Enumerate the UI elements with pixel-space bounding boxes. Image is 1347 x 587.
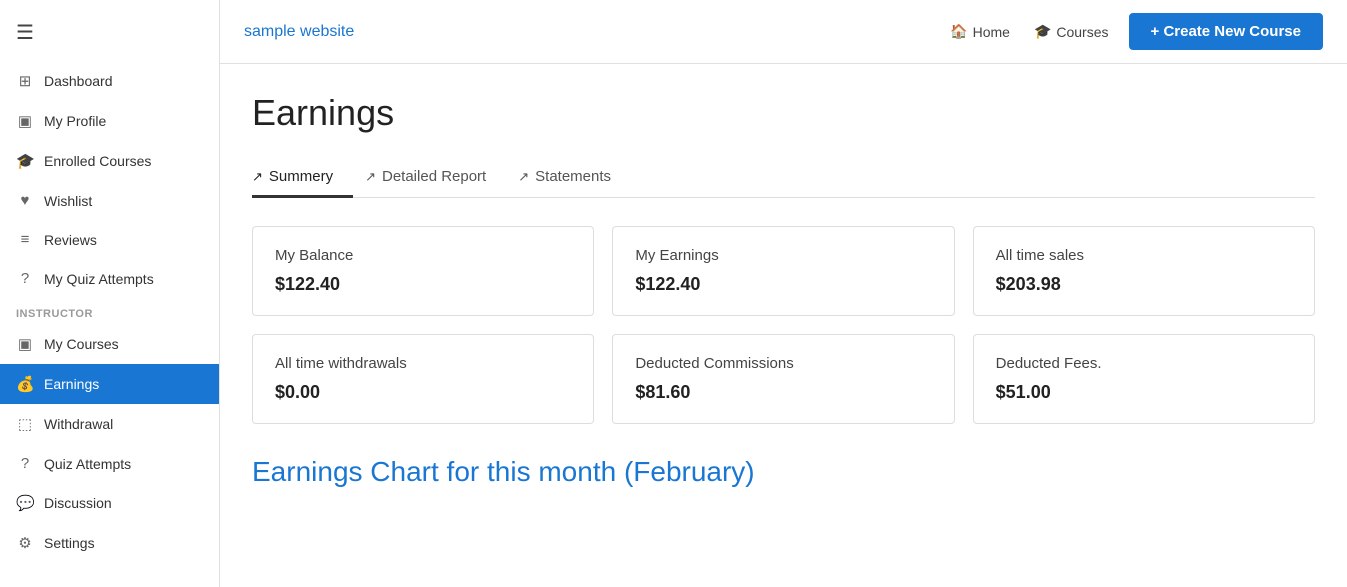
reviews-icon: ≡ xyxy=(16,231,34,248)
hamburger-icon[interactable]: ☰ xyxy=(0,10,219,61)
card-label: All time withdrawals xyxy=(275,355,571,372)
earnings-tabs: ↗ Summery ↗ Detailed Report ↗ Statements xyxy=(252,158,1315,198)
tab-detailed-icon: ↗ xyxy=(365,169,376,185)
sidebar-item-label: Quiz Attempts xyxy=(44,456,131,472)
card-value: $51.00 xyxy=(996,382,1292,403)
earnings-cards: My Balance $122.40 My Earnings $122.40 A… xyxy=(252,226,1315,424)
sidebar-item-label: My Courses xyxy=(44,336,119,352)
card-all-time-withdrawals: All time withdrawals $0.00 xyxy=(252,334,594,424)
page-title: Earnings xyxy=(252,92,1315,134)
card-value: $122.40 xyxy=(635,274,931,295)
card-label: All time sales xyxy=(996,247,1292,264)
home-link[interactable]: 🏠 Home xyxy=(950,23,1010,40)
sidebar: ☰ ⊞ Dashboard ▣ My Profile 🎓 Enrolled Co… xyxy=(0,0,220,587)
discussion-icon: 💬 xyxy=(16,494,34,512)
sidebar-item-label: Enrolled Courses xyxy=(44,153,151,169)
withdrawal-icon: ⬚ xyxy=(16,415,34,433)
tab-summery[interactable]: ↗ Summery xyxy=(252,158,353,198)
tab-summery-icon: ↗ xyxy=(252,169,263,185)
courses-label: Courses xyxy=(1056,24,1108,40)
card-label: My Balance xyxy=(275,247,571,264)
create-new-course-button[interactable]: + Create New Course xyxy=(1129,13,1323,50)
sidebar-item-earnings[interactable]: 💰 Earnings xyxy=(0,364,219,404)
sidebar-item-label: Wishlist xyxy=(44,193,92,209)
sidebar-item-enrolled-courses[interactable]: 🎓 Enrolled Courses xyxy=(0,141,219,181)
sidebar-item-label: Settings xyxy=(44,535,95,551)
card-deducted-fees: Deducted Fees. $51.00 xyxy=(973,334,1315,424)
tab-statements-label: Statements xyxy=(535,168,611,185)
instructor-section-label: INSTRUCTOR xyxy=(0,298,219,324)
quiz-attempts-icon: ? xyxy=(16,455,34,472)
card-all-time-sales: All time sales $203.98 xyxy=(973,226,1315,316)
card-my-balance: My Balance $122.40 xyxy=(252,226,594,316)
card-deducted-commissions: Deducted Commissions $81.60 xyxy=(612,334,954,424)
sidebar-item-my-courses[interactable]: ▣ My Courses xyxy=(0,324,219,364)
chart-title: Earnings Chart for this month (February) xyxy=(252,456,1315,488)
quiz-icon: ? xyxy=(16,270,34,287)
card-label: My Earnings xyxy=(635,247,931,264)
sidebar-item-label: Discussion xyxy=(44,495,112,511)
tab-detailed-label: Detailed Report xyxy=(382,168,486,185)
sidebar-item-label: Earnings xyxy=(44,376,99,392)
sidebar-item-label: Dashboard xyxy=(44,73,113,89)
enrolled-icon: 🎓 xyxy=(16,152,34,170)
dashboard-icon: ⊞ xyxy=(16,72,34,90)
courses-icon: 🎓 xyxy=(1034,23,1051,40)
card-value: $122.40 xyxy=(275,274,571,295)
sidebar-item-quiz-attempts-instructor[interactable]: ? Quiz Attempts xyxy=(0,444,219,483)
sidebar-item-withdrawal[interactable]: ⬚ Withdrawal xyxy=(0,404,219,444)
profile-icon: ▣ xyxy=(16,112,34,130)
sidebar-item-dashboard[interactable]: ⊞ Dashboard xyxy=(0,61,219,101)
tab-statements[interactable]: ↗ Statements xyxy=(518,158,631,198)
sidebar-item-label: Reviews xyxy=(44,232,97,248)
sidebar-item-label: My Profile xyxy=(44,113,106,129)
sidebar-item-my-profile[interactable]: ▣ My Profile xyxy=(0,101,219,141)
card-my-earnings: My Earnings $122.40 xyxy=(612,226,954,316)
my-courses-icon: ▣ xyxy=(16,335,34,353)
card-value: $81.60 xyxy=(635,382,931,403)
card-value: $0.00 xyxy=(275,382,571,403)
topnav: sample website 🏠 Home 🎓 Courses + Create… xyxy=(220,0,1347,64)
sidebar-item-settings[interactable]: ⚙ Settings xyxy=(0,523,219,563)
sidebar-item-label: Withdrawal xyxy=(44,416,113,432)
sidebar-item-label: My Quiz Attempts xyxy=(44,271,154,287)
settings-icon: ⚙ xyxy=(16,534,34,552)
home-label: Home xyxy=(973,24,1010,40)
tab-statements-icon: ↗ xyxy=(518,169,529,185)
sidebar-item-quiz-attempts[interactable]: ? My Quiz Attempts xyxy=(0,259,219,298)
home-icon: 🏠 xyxy=(950,23,967,40)
sidebar-item-reviews[interactable]: ≡ Reviews xyxy=(0,220,219,259)
tab-summery-label: Summery xyxy=(269,168,333,185)
wishlist-icon: ♥ xyxy=(16,192,34,209)
card-value: $203.98 xyxy=(996,274,1292,295)
courses-link[interactable]: 🎓 Courses xyxy=(1034,23,1109,40)
card-label: Deducted Commissions xyxy=(635,355,931,372)
earnings-content: Earnings ↗ Summery ↗ Detailed Report ↗ S… xyxy=(220,64,1347,587)
brand-name[interactable]: sample website xyxy=(244,23,950,41)
card-label: Deducted Fees. xyxy=(996,355,1292,372)
earnings-icon: 💰 xyxy=(16,375,34,393)
sidebar-item-discussion[interactable]: 💬 Discussion xyxy=(0,483,219,523)
topnav-links: 🏠 Home 🎓 Courses xyxy=(950,23,1108,40)
tab-detailed-report[interactable]: ↗ Detailed Report xyxy=(365,158,506,198)
main-content: sample website 🏠 Home 🎓 Courses + Create… xyxy=(220,0,1347,587)
sidebar-item-wishlist[interactable]: ♥ Wishlist xyxy=(0,181,219,220)
